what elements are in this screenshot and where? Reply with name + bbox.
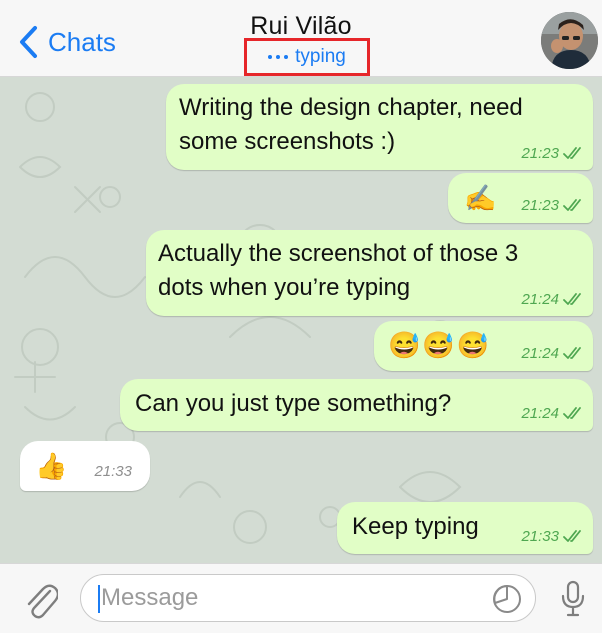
message-time: 21:23 [521,197,559,214]
contact-avatar-photo [541,12,598,69]
message-bubble[interactable]: Writing the design chapter, need some sc… [166,84,593,170]
message-text-line: Can you just type something? [135,390,452,417]
sticker-icon[interactable] [491,583,523,615]
message-emoji: 😅😅😅 [388,330,492,360]
message-composer [0,563,602,633]
double-check-icon [563,530,581,542]
message-bubble[interactable]: Can you just type something? 21:24 [120,379,593,431]
message-text-line: Keep typing [352,513,479,540]
message-meta: 21:24 [521,345,585,362]
message-input[interactable] [101,581,481,615]
message-bubble[interactable]: 😅😅😅 21:24 [374,321,593,371]
message-emoji: 👍 [35,451,68,481]
double-check-icon [563,147,581,159]
message-bubble[interactable]: 👍 21:33 [20,441,150,491]
message-meta: 21:33 [521,528,585,545]
double-check-icon [563,347,581,359]
message-time: 21:33 [94,463,132,480]
message-text-line: some screenshots :) [179,128,396,155]
message-text-line: Writing the design chapter, need [179,94,523,121]
message-text-line: Actually the screenshot of those 3 [158,240,519,267]
message-time: 21:33 [521,528,559,545]
typing-dots-icon [268,55,289,59]
contact-name[interactable]: Rui Vilão [0,12,602,41]
message-bubble[interactable]: Keep typing 21:33 [337,502,593,554]
paperclip-icon[interactable] [24,581,58,619]
microphone-icon[interactable] [560,579,586,619]
message-meta: 21:23 [521,145,585,162]
avatar[interactable] [541,12,598,69]
message-text-line: dots when you’re typing [158,274,411,301]
message-meta: 21:33 [94,463,132,480]
message-input-box[interactable] [80,574,536,622]
telegram-chat-screen: Chats Rui Vilão typing Writing the desig… [0,0,602,633]
message-time: 21:23 [521,145,559,162]
message-time: 21:24 [521,405,559,422]
message-bubble[interactable]: Actually the screenshot of those 3 dots … [146,230,593,316]
chat-header: Chats Rui Vilão typing [0,0,602,77]
message-meta: 21:24 [521,405,585,422]
message-bubble[interactable]: ✍️ 21:23 [448,173,593,223]
text-caret [98,585,100,613]
message-time: 21:24 [521,345,559,362]
message-emoji: ✍️ [464,183,497,213]
message-time: 21:24 [521,291,559,308]
double-check-icon [563,293,581,305]
message-meta: 21:23 [521,197,585,214]
typing-status: typing [295,46,346,67]
double-check-icon [563,199,581,211]
typing-status-highlight: typing [244,38,370,76]
double-check-icon [563,407,581,419]
messages-area[interactable]: Writing the design chapter, need some sc… [0,77,602,563]
message-meta: 21:24 [521,291,585,308]
